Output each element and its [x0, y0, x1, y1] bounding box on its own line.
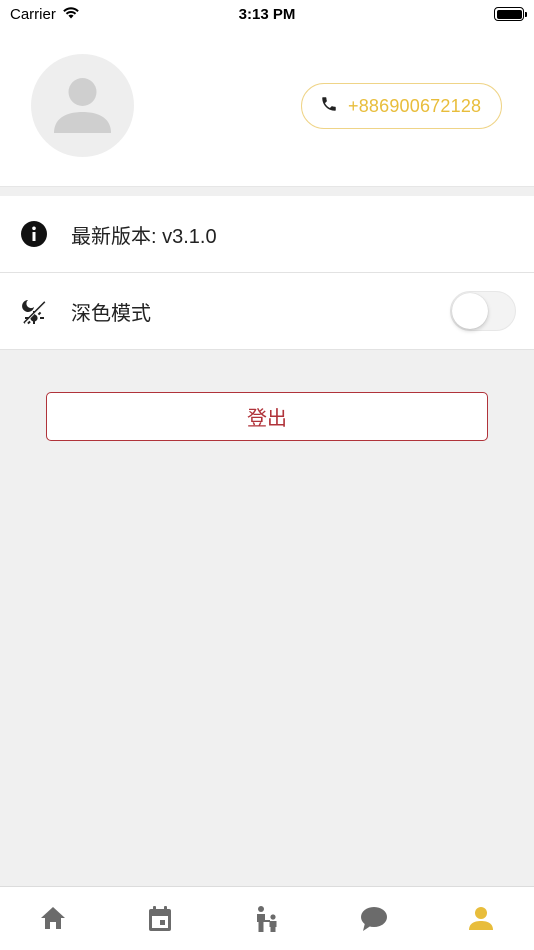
tab-family[interactable]: [214, 887, 321, 950]
profile-header: +886900672128: [0, 28, 534, 186]
tab-chat[interactable]: [320, 887, 427, 950]
chat-icon: [359, 905, 389, 938]
carrier-label: Carrier: [10, 5, 56, 23]
phone-icon: [320, 95, 338, 118]
phone-button[interactable]: +886900672128: [301, 83, 502, 129]
battery-icon: [494, 7, 527, 21]
dark-mode-label: 深色模式: [71, 302, 151, 325]
tab-bar: [0, 886, 534, 950]
status-time: 3:13 PM: [238, 5, 296, 23]
calendar-icon: [147, 905, 173, 938]
tab-profile[interactable]: [427, 887, 534, 950]
dark-mode-toggle[interactable]: [450, 291, 516, 331]
tab-home[interactable]: [0, 887, 107, 950]
person-placeholder-icon: [54, 78, 111, 133]
settings-list: 最新版本: v3.1.0 深色模式: [0, 196, 534, 350]
avatar[interactable]: [31, 54, 134, 157]
wifi-icon: [62, 6, 80, 23]
dark-mode-row: 深色模式: [0, 273, 534, 350]
home-icon: [39, 905, 67, 936]
status-bar: Carrier 3:13 PM: [0, 0, 534, 28]
family-icon: [253, 905, 281, 938]
tab-calendar[interactable]: [107, 887, 214, 950]
toggle-knob: [452, 293, 488, 329]
version-label: 最新版本: v3.1.0: [71, 225, 217, 248]
dark-mode-icon: [20, 297, 48, 325]
version-row[interactable]: 最新版本: v3.1.0: [0, 196, 534, 273]
person-icon: [467, 905, 495, 936]
info-icon: [20, 220, 48, 248]
section-divider: [0, 186, 534, 196]
logout-button[interactable]: 登出: [46, 392, 488, 441]
status-left: Carrier: [10, 6, 80, 23]
phone-number: +886900672128: [348, 95, 482, 116]
